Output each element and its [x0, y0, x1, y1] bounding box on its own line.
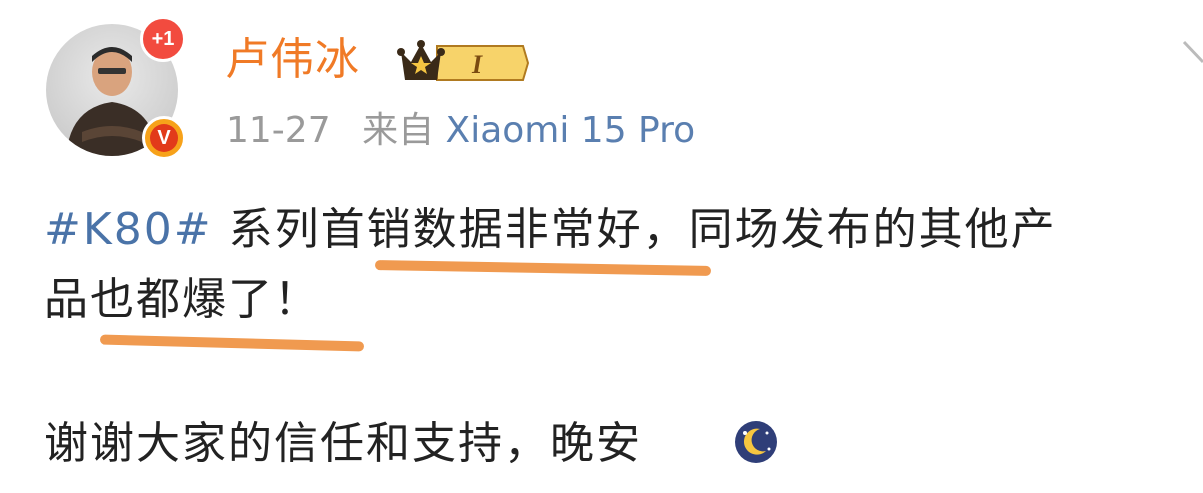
post-text-line-3: 谢谢大家的信任和支持，晚安 [44, 418, 642, 469]
verified-icon: V [150, 124, 178, 152]
highlight-underline [99, 334, 365, 352]
hashtag-link[interactable]: #K80# [44, 204, 213, 255]
username[interactable]: 卢伟冰 [225, 30, 360, 90]
post-meta: 11-27 来自 Xiaomi 15 Pro [226, 108, 695, 154]
chevron-icon[interactable] [1180, 36, 1203, 80]
crown-vip-icon[interactable]: I [397, 38, 530, 92]
source-device[interactable]: Xiaomi 15 Pro [446, 110, 696, 151]
avatar-container[interactable]: +1 V [46, 16, 186, 160]
notification-badge: +1 [140, 16, 186, 62]
post-text-line-1: #K80# 系列首销数据非常好，同场发布的其他产 [44, 200, 1057, 260]
verified-badge: V [142, 116, 186, 160]
post-text-line-2: 品也都爆了！ [44, 274, 320, 325]
moon-emoji-icon [733, 419, 779, 469]
source-label: 来自 [362, 110, 435, 151]
vip-level-text: I [471, 50, 483, 79]
post-text: 系列首销数据非常好，同场发布的其他产 [228, 204, 1057, 255]
highlight-underline [374, 260, 712, 276]
post-date: 11-27 [226, 110, 331, 151]
